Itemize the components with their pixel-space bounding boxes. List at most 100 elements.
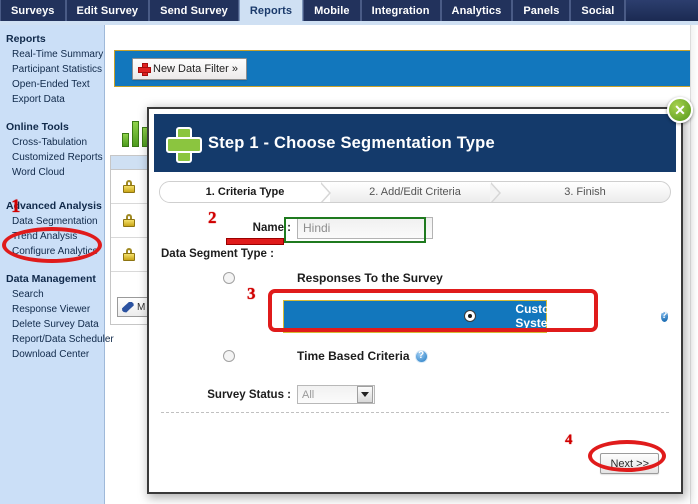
data-segment-type-label: Data Segment Type : [161, 248, 669, 260]
step-add-edit-criteria[interactable]: 2. Add/Edit Criteria [330, 182, 500, 202]
lock-icon [123, 248, 135, 261]
nav-filler [625, 0, 698, 21]
sidebar-group-online-tools-title: Online Tools [6, 121, 104, 133]
top-navigation: Surveys Edit Survey Send Survey Reports … [0, 0, 698, 21]
option-responses-to-survey[interactable]: Responses To the Survey [161, 265, 669, 291]
segmentation-form: Name : Data Segment Type : Responses To … [161, 203, 669, 404]
sidebar-item-data-segmentation[interactable]: Data Segmentation [12, 215, 104, 228]
nav-tab-label: Send Survey [160, 5, 228, 17]
nav-tab-panels[interactable]: Panels [512, 0, 570, 21]
segmentation-modal: ✕ Step 1 - Choose Segmentation Type 1. C… [147, 107, 683, 494]
annotation-marker-2: 2 [208, 208, 217, 228]
radio-cell [161, 350, 297, 362]
table-row [111, 204, 147, 238]
option-time-based-criteria[interactable]: Time Based Criteria ? [161, 343, 669, 369]
sidebar-item-delete-survey-data[interactable]: Delete Survey Data [12, 318, 104, 331]
annotation-marker-1: 1 [11, 196, 21, 218]
lock-icon [123, 180, 135, 193]
manage-button-label: M [137, 302, 145, 313]
sidebar-item-export-data[interactable]: Export Data [12, 93, 104, 106]
radio-icon[interactable] [223, 350, 235, 362]
nav-tab-label: Surveys [11, 5, 55, 17]
sidebar-group-data-management-title: Data Management [6, 273, 104, 285]
survey-status-value: All [302, 389, 314, 401]
name-row: Name : [161, 217, 669, 239]
nav-tab-label: Edit Survey [77, 5, 139, 17]
radio-icon[interactable] [223, 272, 235, 284]
sidebar-spacer [6, 260, 104, 273]
step-criteria-type[interactable]: 1. Criteria Type [160, 182, 330, 202]
sidebar-item-configure-analytics[interactable]: Configure Analytics [12, 245, 104, 258]
wrench-icon [122, 302, 134, 313]
step-label: 1. Criteria Type [206, 186, 285, 198]
nav-tab-label: Integration [372, 5, 430, 17]
option-label: Time Based Criteria [297, 349, 410, 363]
sidebar-item-open-ended-text[interactable]: Open-Ended Text [12, 78, 104, 91]
survey-status-label: Survey Status : [161, 389, 297, 401]
wizard-steps: 1. Criteria Type 2. Add/Edit Criteria 3.… [159, 181, 671, 203]
sidebar-item-response-viewer[interactable]: Response Viewer [12, 303, 104, 316]
sidebar-item-trend-analysis[interactable]: Trend Analysis [12, 230, 104, 243]
sidebar-item-word-cloud[interactable]: Word Cloud [12, 166, 104, 179]
sidebar: Reports Real-Time Summary Participant St… [0, 25, 104, 504]
sidebar-item-real-time-summary[interactable]: Real-Time Summary [12, 48, 104, 61]
nav-tab-analytics[interactable]: Analytics [441, 0, 513, 21]
option-label: Custom Variables / System Variables [515, 302, 654, 330]
data-filter-bar: New Data Filter » [114, 50, 697, 87]
radio-icon[interactable] [464, 310, 476, 322]
table-header [111, 156, 147, 170]
nav-tab-mobile[interactable]: Mobile [303, 0, 360, 21]
plus-icon [138, 63, 149, 74]
footer-divider [161, 412, 669, 413]
help-icon[interactable]: ? [415, 350, 428, 363]
survey-status-select[interactable]: All [297, 385, 375, 404]
nav-tab-label: Mobile [314, 5, 349, 17]
nav-tab-surveys[interactable]: Surveys [0, 0, 66, 21]
annotation-marker-4: 4 [565, 432, 573, 449]
sidebar-spacer [6, 181, 104, 194]
nav-tab-label: Panels [523, 5, 559, 17]
sidebar-item-participant-statistics[interactable]: Participant Statistics [12, 63, 104, 76]
annotation-bar-name-field [226, 238, 284, 245]
survey-status-row: Survey Status : All [161, 385, 669, 404]
app-root: Surveys Edit Survey Send Survey Reports … [0, 0, 698, 504]
new-data-filter-label: New Data Filter » [153, 63, 238, 75]
nav-tab-edit-survey[interactable]: Edit Survey [66, 0, 150, 21]
table-row [111, 170, 147, 204]
table-row [111, 238, 147, 272]
sidebar-item-download-center[interactable]: Download Center [12, 348, 104, 361]
step-finish[interactable]: 3. Finish [500, 182, 670, 202]
modal-title: Step 1 - Choose Segmentation Type [208, 134, 495, 153]
option-custom-system-variables[interactable]: Custom Variables / System Variables ? [161, 303, 669, 329]
nav-tab-integration[interactable]: Integration [361, 0, 441, 21]
new-data-filter-button[interactable]: New Data Filter » [132, 58, 247, 80]
sidebar-spacer [6, 108, 104, 121]
nav-tab-label: Social [581, 5, 614, 17]
nav-filler-stripe [626, 0, 698, 21]
name-label: Name : [161, 222, 297, 234]
name-input[interactable] [297, 217, 433, 239]
sidebar-group-reports-title: Reports [6, 33, 104, 45]
chevron-down-icon[interactable] [357, 386, 373, 403]
next-button[interactable]: Next >> [600, 453, 659, 474]
radio-cell [161, 272, 297, 284]
step-label: 3. Finish [564, 186, 606, 198]
sidebar-item-customized-reports[interactable]: Customized Reports [12, 151, 104, 164]
lock-icon [123, 214, 135, 227]
radio-cell [425, 310, 515, 322]
step-label: 2. Add/Edit Criteria [369, 186, 461, 198]
sidebar-item-cross-tabulation[interactable]: Cross-Tabulation [12, 136, 104, 149]
option-label: Responses To the Survey [297, 271, 443, 285]
page-scroll-edge[interactable] [690, 25, 698, 504]
sidebar-item-report-data-scheduler[interactable]: Report/Data Scheduler [12, 333, 104, 346]
nav-tab-reports[interactable]: Reports [239, 0, 303, 21]
plus-icon [166, 127, 198, 159]
modal-header: Step 1 - Choose Segmentation Type [154, 114, 676, 172]
nav-tab-send-survey[interactable]: Send Survey [149, 0, 239, 21]
help-icon[interactable]: ? [660, 310, 669, 323]
nav-tab-social[interactable]: Social [570, 0, 625, 21]
nav-tab-label: Analytics [452, 5, 502, 17]
sidebar-item-search[interactable]: Search [12, 288, 104, 301]
annotation-marker-3: 3 [247, 284, 256, 304]
close-icon[interactable]: ✕ [667, 97, 693, 123]
